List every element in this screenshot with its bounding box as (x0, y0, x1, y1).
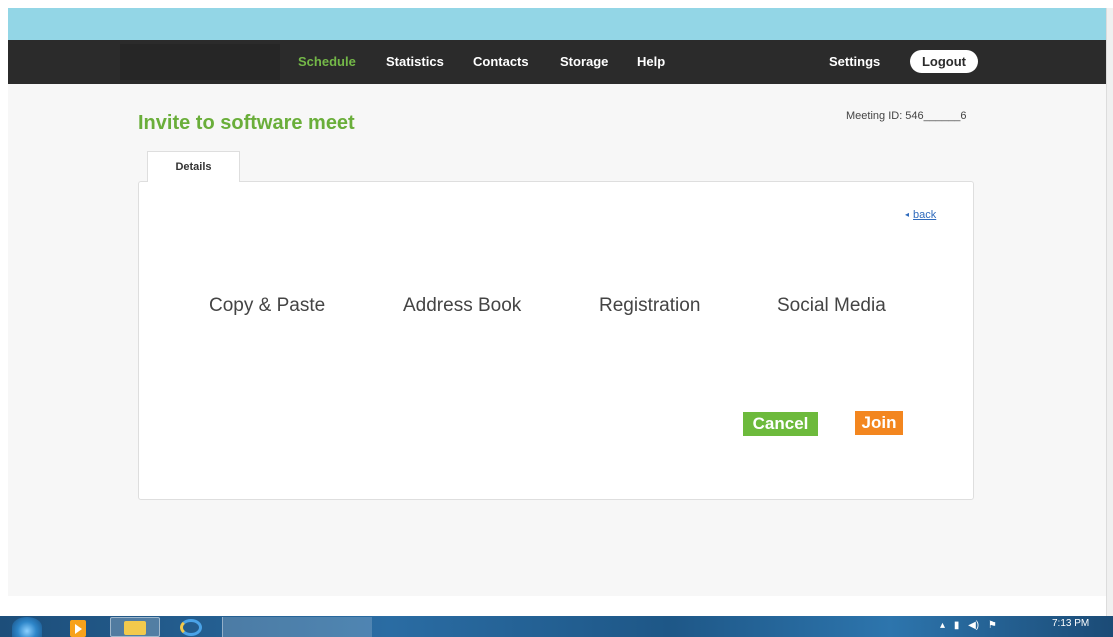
system-tray: ▴ ▮ ◀) ⚑ (940, 620, 1030, 634)
vertical-scrollbar[interactable] (1106, 8, 1113, 616)
windows-taskbar: ▴ ▮ ◀) ⚑ 7:13 PM (0, 616, 1113, 637)
caret-left-icon: ◂ (905, 210, 910, 219)
folder-icon (124, 621, 146, 635)
taskbar-window-button[interactable] (222, 617, 372, 637)
top-banner (8, 8, 1106, 40)
page-title: Invite to software meet (138, 112, 355, 134)
top-navbar: Schedule Statistics Contacts Storage Hel… (8, 40, 1106, 84)
tray-up-arrow-icon[interactable]: ▴ (940, 620, 945, 631)
invite-option-registration[interactable]: Registration (599, 295, 700, 317)
browser-top-strip (0, 0, 1113, 8)
network-icon[interactable]: ▮ (954, 620, 960, 631)
logout-button[interactable]: Logout (910, 50, 978, 73)
logo-area (120, 44, 280, 80)
back-link-label: back (913, 209, 937, 221)
tab-details[interactable]: Details (147, 151, 240, 182)
taskbar-clock[interactable]: 7:13 PM (1052, 618, 1089, 629)
nav-item-schedule[interactable]: Schedule (298, 54, 356, 69)
invite-option-social-media[interactable]: Social Media (777, 295, 886, 317)
meeting-id: Meeting ID: 546______6 (846, 110, 967, 122)
browser-icon[interactable] (180, 619, 202, 636)
back-link[interactable]: ◂ back (905, 209, 936, 221)
left-gutter (0, 8, 8, 616)
volume-icon[interactable]: ◀) (968, 620, 979, 631)
cancel-button[interactable]: Cancel (743, 412, 818, 436)
nav-item-help[interactable]: Help (637, 54, 665, 69)
media-player-icon[interactable] (70, 620, 86, 637)
invite-option-address-book[interactable]: Address Book (403, 295, 521, 317)
nav-item-contacts[interactable]: Contacts (473, 54, 529, 69)
invite-option-copy-paste[interactable]: Copy & Paste (209, 295, 325, 317)
page-content: Invite to software meet Meeting ID: 546_… (8, 84, 1106, 596)
windows-start-icon[interactable] (12, 617, 42, 637)
flag-icon[interactable]: ⚑ (988, 620, 997, 631)
nav-item-statistics[interactable]: Statistics (386, 54, 444, 69)
nav-item-settings[interactable]: Settings (829, 54, 880, 69)
nav-item-storage[interactable]: Storage (560, 54, 608, 69)
join-button[interactable]: Join (855, 411, 903, 435)
details-panel: ◂ back Copy & Paste Address Book Registra… (138, 181, 974, 500)
